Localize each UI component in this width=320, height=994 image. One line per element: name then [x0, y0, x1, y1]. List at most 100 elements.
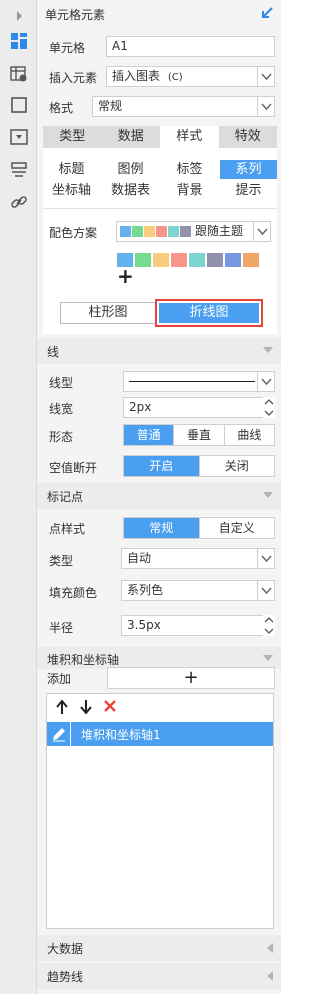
subtab-series[interactable]: 系列	[220, 160, 277, 179]
insert-element-select[interactable]: 插入图表 (C)	[106, 66, 275, 87]
marker-section-header[interactable]: 标记点	[37, 483, 281, 509]
stack-axis-item[interactable]: 堆积和坐标轴1	[47, 722, 273, 746]
line-width-input[interactable]: 2px	[123, 397, 275, 418]
color-swatch[interactable]	[243, 253, 259, 267]
color-swatch[interactable]	[135, 253, 151, 267]
marker-type-label: 类型	[49, 554, 74, 568]
add-label: 添加	[47, 672, 72, 686]
marker-type-select[interactable]: 自动	[121, 548, 275, 569]
edit-pencil-icon[interactable]	[47, 722, 71, 746]
stack-axis-section-title: 堆积和坐标轴	[47, 653, 120, 667]
chevron-down-icon[interactable]	[257, 371, 275, 392]
color-swatch[interactable]	[225, 253, 241, 267]
fill-color-label: 填充颜色	[49, 586, 98, 600]
insert-element-label: 插入元素	[49, 71, 98, 85]
move-up-icon[interactable]	[55, 698, 69, 716]
line-width-label: 线宽	[49, 402, 74, 416]
scheme-preview-swatch	[120, 226, 131, 237]
frame-icon[interactable]	[9, 95, 29, 115]
shape-vertical-option[interactable]: 垂直	[174, 425, 225, 445]
expand-arrow-icon[interactable]	[9, 6, 29, 26]
add-stack-axis-button[interactable]: +	[107, 667, 275, 689]
cell-attribute-icon[interactable]	[9, 64, 29, 84]
divider	[43, 208, 277, 209]
scheme-preview-swatch	[156, 226, 167, 237]
marker-type-value: 自动	[127, 551, 152, 565]
chevron-down-icon[interactable]	[257, 96, 275, 117]
stack-axis-section-header[interactable]: 堆积和坐标轴	[37, 647, 281, 669]
chevron-down-icon[interactable]	[257, 66, 275, 87]
subtab-label[interactable]: 标签	[161, 160, 218, 179]
scheme-preview-swatch	[144, 226, 155, 237]
bar-chart-button[interactable]: 柱形图	[60, 302, 156, 324]
remove-icon[interactable]	[103, 699, 117, 713]
add-color-button[interactable]: +	[117, 266, 134, 286]
subtab-axis[interactable]: 坐标轴	[43, 181, 100, 200]
tab-data[interactable]: 数据	[101, 126, 160, 148]
line-section-title: 线	[47, 345, 60, 359]
marker-style-label: 点样式	[49, 522, 86, 536]
line-section-header[interactable]: 线	[37, 338, 281, 364]
radius-value: 3.5px	[127, 618, 161, 632]
format-value: 常规	[98, 99, 123, 113]
color-swatch[interactable]	[153, 253, 169, 267]
trend-section-header[interactable]: 趋势线	[37, 963, 281, 989]
style-subtabs: 标题 图例 标签 系列 坐标轴 数据表 背景 提示	[43, 160, 277, 200]
scrollbar[interactable]	[281, 0, 285, 994]
line-type-select[interactable]	[123, 371, 275, 392]
color-scheme-select[interactable]: 跟随主题	[116, 221, 271, 242]
panel-title: 单元格元素	[45, 8, 106, 22]
hyperlink-icon[interactable]	[9, 192, 29, 212]
stack-axis-item-label: 堆积和坐标轴1	[81, 728, 161, 742]
subtab-tooltip[interactable]: 提示	[220, 181, 277, 200]
subtab-datatable[interactable]: 数据表	[102, 181, 159, 200]
break-on-option[interactable]: 开启	[124, 456, 200, 476]
expand-triangle-icon	[267, 943, 273, 953]
style-custom-option[interactable]: 自定义	[200, 518, 275, 538]
tab-type[interactable]: 类型	[43, 126, 102, 148]
spinner-icon[interactable]	[263, 397, 275, 418]
bigdata-section-header[interactable]: 大数据	[37, 935, 281, 961]
collapse-triangle-icon	[263, 347, 273, 353]
left-toolbar	[0, 0, 37, 994]
color-swatches	[117, 253, 267, 267]
list-icon[interactable]	[9, 160, 29, 180]
tab-style[interactable]: 样式	[160, 126, 219, 148]
null-break-label: 空值断开	[49, 461, 98, 475]
subtab-title[interactable]: 标题	[43, 160, 100, 179]
subtab-background[interactable]: 背景	[161, 181, 218, 200]
line-chart-button[interactable]: 折线图	[159, 303, 259, 323]
marker-style-toggle: 常规 自定义	[123, 517, 275, 539]
collapse-arrow-icon[interactable]	[259, 5, 275, 21]
line-width-value: 2px	[129, 400, 152, 414]
format-select[interactable]: 常规	[92, 96, 275, 117]
tab-effects[interactable]: 特效	[218, 126, 277, 148]
break-off-option[interactable]: 关闭	[200, 456, 275, 476]
shape-normal-option[interactable]: 普通	[124, 425, 175, 445]
cell-element-icon[interactable]	[9, 31, 29, 51]
insert-element-hint-icon: (C)	[167, 72, 183, 83]
radius-label: 半径	[49, 621, 74, 635]
expand-triangle-icon	[267, 971, 273, 981]
marker-section-title: 标记点	[47, 490, 84, 504]
move-down-icon[interactable]	[79, 698, 93, 716]
chevron-down-icon[interactable]	[257, 580, 275, 601]
trend-section-title: 趋势线	[47, 970, 84, 984]
subtab-legend[interactable]: 图例	[102, 160, 159, 179]
panel-header: 单元格元素	[37, 0, 281, 28]
collapse-triangle-icon	[263, 492, 273, 498]
widget-icon[interactable]	[9, 127, 29, 147]
color-swatch[interactable]	[189, 253, 205, 267]
fill-color-value: 系列色	[127, 583, 164, 597]
color-swatch[interactable]	[207, 253, 223, 267]
fill-color-select[interactable]: 系列色	[121, 580, 275, 601]
line-shape-toggle: 普通 垂直 曲线	[123, 424, 275, 446]
color-swatch[interactable]	[171, 253, 187, 267]
radius-input[interactable]: 3.5px	[121, 615, 275, 636]
chevron-down-icon[interactable]	[257, 548, 275, 569]
chevron-down-icon[interactable]	[253, 221, 271, 242]
shape-curve-option[interactable]: 曲线	[225, 425, 274, 445]
spinner-icon[interactable]	[263, 615, 275, 636]
cell-input[interactable]: A1	[106, 36, 275, 57]
style-normal-option[interactable]: 常规	[124, 518, 200, 538]
